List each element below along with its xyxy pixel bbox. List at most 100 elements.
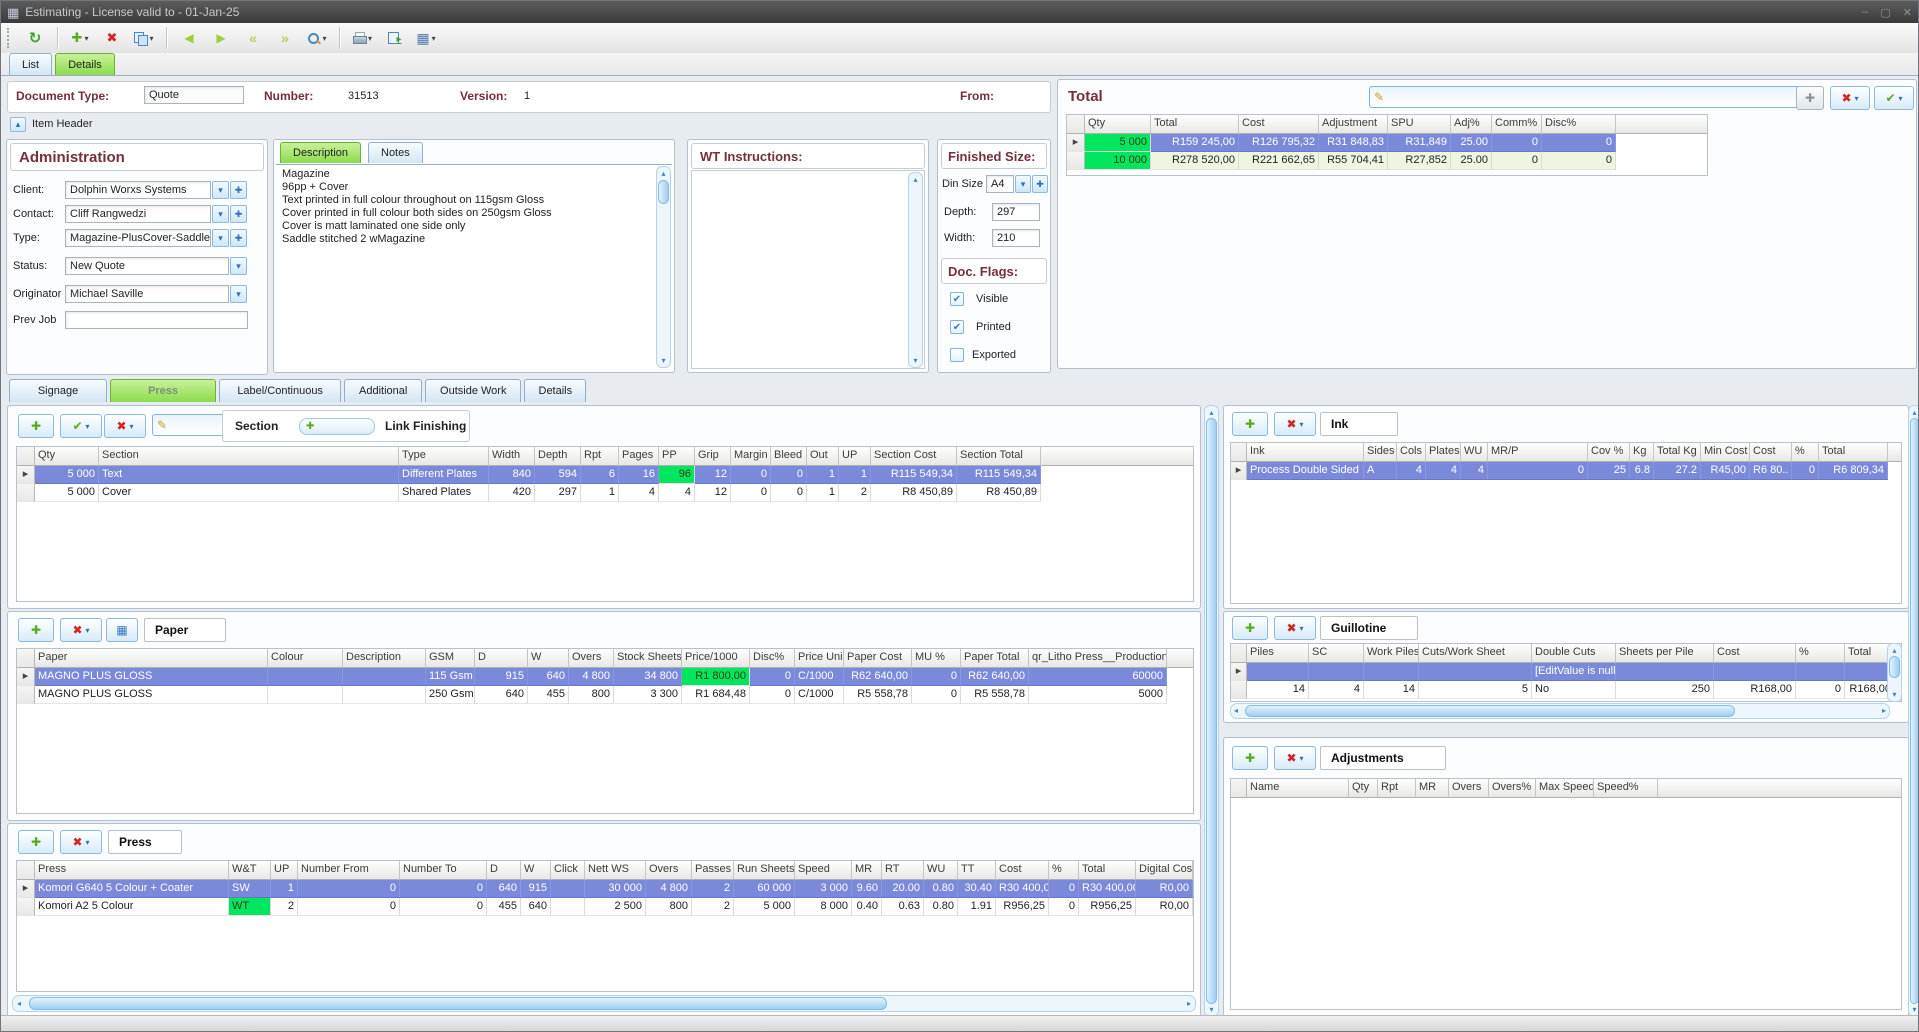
tab-details-section[interactable]: Details bbox=[524, 379, 586, 402]
ink-add-button[interactable]: ✚ bbox=[1232, 412, 1268, 436]
close-button[interactable]: ✕ bbox=[1903, 6, 1912, 19]
nav-forward-button[interactable]: ▶ bbox=[205, 26, 237, 50]
document-type-field[interactable]: Quote bbox=[144, 86, 244, 104]
status-field[interactable]: New Quote bbox=[65, 257, 229, 275]
tab-outside-work[interactable]: Outside Work bbox=[425, 379, 521, 402]
guillotine-vscrollbar[interactable]: ▴ ▾ bbox=[1887, 643, 1902, 702]
scrollbar-thumb[interactable] bbox=[1910, 418, 1919, 1004]
nav-fastforward-button[interactable]: » bbox=[269, 26, 301, 50]
press-hscrollbar[interactable]: ◂ ▸ bbox=[12, 995, 1196, 1012]
section-add-button[interactable]: ✚ bbox=[18, 414, 54, 438]
width-field[interactable]: 210 bbox=[992, 229, 1040, 247]
depth-field[interactable]: 297 bbox=[992, 203, 1040, 221]
grid-row[interactable]: Komori A2 5 ColourWT2004556402 50080025 … bbox=[17, 898, 1193, 916]
tab-label-continuous[interactable]: Label/Continuous bbox=[219, 379, 341, 402]
grid-row[interactable]: 144145No250R168,000R168,00 bbox=[1231, 681, 1901, 699]
scroll-down-icon[interactable]: ▾ bbox=[1909, 1005, 1919, 1014]
paper-columns-button[interactable]: ▦ bbox=[106, 618, 138, 642]
grid-row[interactable]: ▸5 000R159 245,00R126 795,32R31 848,83R3… bbox=[1067, 134, 1707, 152]
scrollbar-thumb[interactable] bbox=[29, 997, 887, 1010]
adjustments-add-button[interactable]: ✚ bbox=[1232, 746, 1268, 770]
ink-delete-button[interactable]: ✖▾ bbox=[1274, 412, 1316, 436]
total-add-button[interactable]: ✚ bbox=[1796, 86, 1824, 110]
toolbar-grip[interactable] bbox=[7, 28, 13, 48]
grid-row[interactable]: MAGNO PLUS GLOSS250 Gsm6404558003 300R1 … bbox=[17, 686, 1193, 704]
type-dropdown-button[interactable]: ▾ bbox=[212, 229, 229, 247]
maximize-button[interactable]: ▢ bbox=[1880, 6, 1890, 19]
press-delete-button[interactable]: ✖▾ bbox=[60, 830, 102, 854]
paper-add-button[interactable]: ✚ bbox=[18, 618, 54, 642]
refresh-button[interactable]: ↻ bbox=[19, 26, 51, 50]
scrollbar-thumb[interactable] bbox=[658, 180, 669, 204]
client-add-button[interactable]: ✚ bbox=[230, 181, 247, 199]
grid-row[interactable]: ▸5 000TextDifferent Plates84059461696120… bbox=[17, 466, 1193, 484]
total-edit-field[interactable]: ✎ bbox=[1369, 86, 1802, 108]
total-confirm-button[interactable]: ✔▾ bbox=[1874, 86, 1914, 110]
delete-button[interactable]: ✖ bbox=[96, 26, 128, 50]
scrollbar-thumb[interactable] bbox=[1889, 656, 1900, 678]
scroll-left-icon[interactable]: ◂ bbox=[1234, 706, 1238, 715]
scroll-up-icon[interactable]: ▴ bbox=[1888, 646, 1901, 655]
tab-description[interactable]: Description bbox=[280, 142, 361, 163]
contact-dropdown-button[interactable]: ▾ bbox=[212, 205, 229, 223]
tab-details[interactable]: Details bbox=[55, 53, 115, 75]
originator-field[interactable]: Michael Saville bbox=[65, 285, 229, 303]
section-confirm-button[interactable]: ✔▾ bbox=[60, 414, 102, 438]
nav-back-button[interactable]: ◀ bbox=[173, 26, 205, 50]
scroll-down-icon[interactable]: ▾ bbox=[657, 356, 670, 365]
right-area-vscrollbar[interactable]: ▴ ▾ bbox=[1908, 405, 1919, 1017]
section-delete-button[interactable]: ✖▾ bbox=[104, 414, 146, 438]
status-dropdown-button[interactable]: ▾ bbox=[230, 257, 247, 275]
paper-delete-button[interactable]: ✖▾ bbox=[60, 618, 102, 642]
press-add-button[interactable]: ✚ bbox=[18, 830, 54, 854]
printed-checkbox[interactable]: ✔ bbox=[950, 320, 964, 334]
left-area-vscrollbar[interactable]: ▴ ▾ bbox=[1204, 405, 1219, 1017]
contact-field[interactable]: Cliff Rangwedzi bbox=[65, 205, 211, 223]
link-finishing-add-button[interactable]: ✚ bbox=[299, 418, 375, 435]
prev-job-field[interactable] bbox=[65, 311, 248, 329]
description-text[interactable]: Magazine 96pp + Cover Text printed in fu… bbox=[276, 164, 672, 370]
copy-button[interactable]: ▾ bbox=[128, 26, 160, 50]
visible-checkbox[interactable]: ✔ bbox=[950, 292, 964, 306]
wt-instructions-text[interactable] bbox=[691, 170, 925, 369]
minimize-button[interactable]: – bbox=[1862, 6, 1868, 19]
nav-rewind-button[interactable]: « bbox=[237, 26, 269, 50]
total-delete-button[interactable]: ✖▾ bbox=[1830, 86, 1870, 110]
add-button[interactable]: ✚▾ bbox=[64, 26, 96, 50]
grid-row[interactable]: 5 000CoverShared Plates420297144120012R8… bbox=[17, 484, 1193, 502]
collapse-button[interactable]: ▴ bbox=[10, 117, 26, 132]
guillotine-add-button[interactable]: ✚ bbox=[1232, 616, 1268, 640]
tab-signage[interactable]: Signage bbox=[9, 379, 107, 402]
scroll-up-icon[interactable]: ▴ bbox=[1909, 408, 1919, 417]
tab-list[interactable]: List bbox=[9, 53, 52, 75]
grid-row[interactable]: ▸Process Double SidedA4440256.827.2R45,0… bbox=[1231, 462, 1901, 480]
description-scrollbar[interactable]: ▴ ▾ bbox=[656, 166, 671, 368]
contact-add-button[interactable]: ✚ bbox=[230, 205, 247, 223]
print-button[interactable]: ▾ bbox=[346, 26, 378, 50]
din-size-dropdown-button[interactable]: ▾ bbox=[1015, 175, 1031, 193]
scroll-down-icon[interactable]: ▾ bbox=[1205, 1005, 1218, 1014]
grid-row[interactable]: ▸MAGNO PLUS GLOSS115 Gsm9156404 80034 80… bbox=[17, 668, 1193, 686]
scroll-up-icon[interactable]: ▴ bbox=[657, 169, 670, 178]
client-field[interactable]: Dolphin Worxs Systems bbox=[65, 181, 211, 199]
din-size-add-button[interactable]: ✚ bbox=[1032, 175, 1048, 193]
scroll-left-icon[interactable]: ◂ bbox=[17, 999, 21, 1008]
guillotine-delete-button[interactable]: ✖▾ bbox=[1274, 616, 1316, 640]
tab-press[interactable]: Press bbox=[110, 379, 216, 402]
calculator-button[interactable]: ▦▾ bbox=[410, 26, 442, 50]
scrollbar-thumb[interactable] bbox=[1245, 705, 1735, 717]
scroll-up-icon[interactable]: ▴ bbox=[909, 175, 922, 184]
scroll-right-icon[interactable]: ▸ bbox=[1187, 999, 1191, 1008]
scroll-right-icon[interactable]: ▸ bbox=[1882, 706, 1886, 715]
export-button[interactable]: ▸ bbox=[378, 26, 410, 50]
exported-checkbox[interactable]: ✔ bbox=[950, 348, 964, 362]
guillotine-hscrollbar[interactable]: ◂ ▸ bbox=[1230, 703, 1890, 719]
grid-row[interactable]: ▸[EditValue is null] bbox=[1231, 663, 1901, 681]
zoom-button[interactable]: ▾ bbox=[301, 26, 333, 50]
tab-additional[interactable]: Additional bbox=[344, 379, 422, 402]
type-field[interactable]: Magazine-PlusCover-Saddlesti... bbox=[65, 229, 211, 247]
din-size-field[interactable]: A4 bbox=[986, 175, 1014, 193]
scroll-down-icon[interactable]: ▾ bbox=[1888, 690, 1901, 699]
grid-row[interactable]: ▸Komori G640 5 Colour + CoaterSW10064091… bbox=[17, 880, 1193, 898]
scroll-up-icon[interactable]: ▴ bbox=[1205, 408, 1218, 417]
